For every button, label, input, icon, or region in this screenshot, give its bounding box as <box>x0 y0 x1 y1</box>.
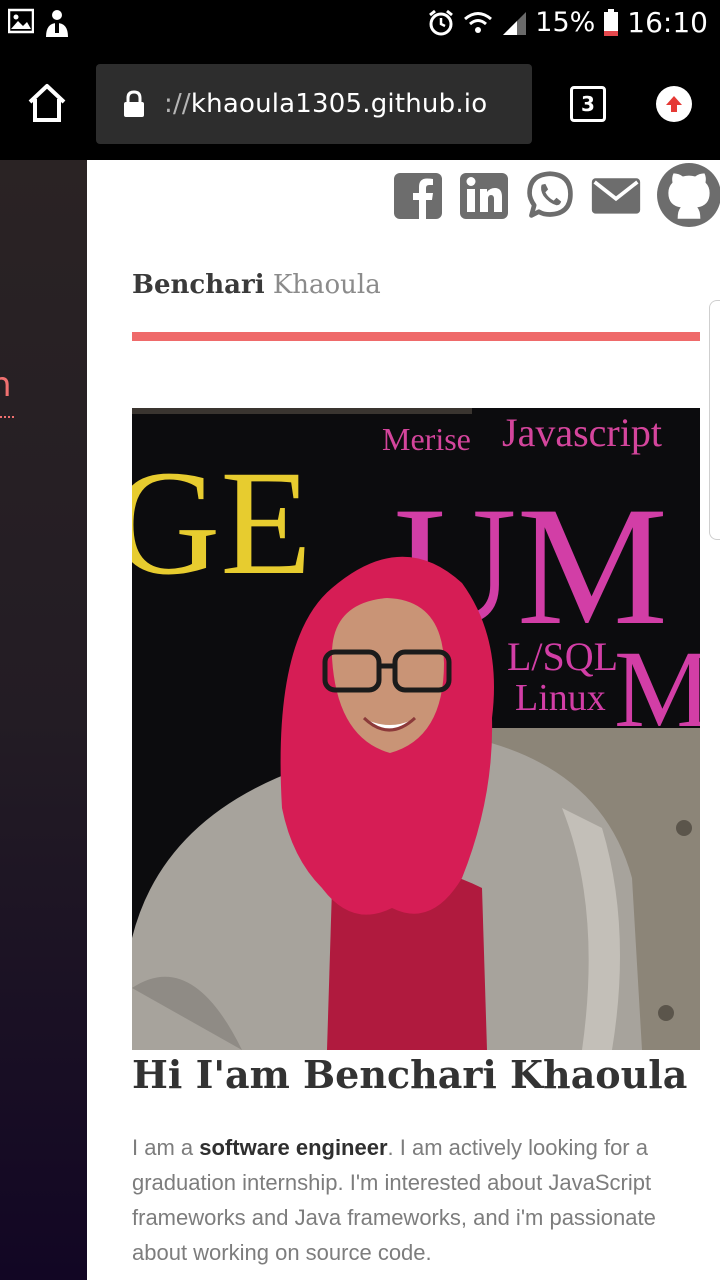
photo-text-linux: Linux <box>515 677 606 719</box>
photo-text-javascript: Javascript <box>502 410 662 455</box>
side-panel-text: n <box>0 365 12 405</box>
lock-icon <box>124 90 144 117</box>
side-panel-underline <box>0 416 14 418</box>
side-panel: n <box>0 160 87 1280</box>
battery-percentage: 15% <box>535 7 596 38</box>
site-brand[interactable]: Benchari Khaoula <box>132 270 381 300</box>
alarm-icon <box>429 9 454 35</box>
photo-text-ge: GE <box>132 440 312 606</box>
profile-photo: Merise Javascript GE UM L/SQL Linux M <box>132 408 700 1050</box>
bio-intro: I am a <box>132 1135 200 1160</box>
home-icon[interactable] <box>26 82 68 124</box>
scrollbar[interactable] <box>709 300 720 540</box>
url-host: khaoula1305.github.io <box>190 89 488 119</box>
photo-text-plsql: L/SQL <box>507 634 618 679</box>
brand-first-name: Benchari <box>132 270 265 300</box>
url-scheme: :// <box>164 89 191 119</box>
github-icon[interactable] <box>656 162 720 228</box>
arrow-up-icon <box>666 96 682 112</box>
facebook-icon[interactable] <box>392 169 444 221</box>
tab-switcher-button[interactable]: 3 <box>570 86 606 122</box>
battery-icon <box>604 8 619 36</box>
whatsapp-icon[interactable] <box>524 169 576 221</box>
bio-paragraph: I am a software engineer. I am actively … <box>132 1130 702 1270</box>
browser-toolbar: ://khaoula1305.github.io 3 <box>0 52 720 160</box>
signal-icon <box>503 11 527 35</box>
status-bar: 15% 16:10 <box>0 0 720 52</box>
user-notification-icon <box>46 10 68 37</box>
gallery-notification-icon <box>8 8 34 34</box>
social-links <box>392 162 720 228</box>
linkedin-icon[interactable] <box>458 169 510 221</box>
clock: 16:10 <box>627 6 708 39</box>
hero-title: Hi I'am Benchari Khaoula <box>132 1052 688 1097</box>
update-button[interactable] <box>656 86 692 122</box>
photo-text-merise: Merise <box>382 421 471 457</box>
brand-last-name: Khaoula <box>272 270 381 300</box>
address-bar[interactable]: ://khaoula1305.github.io <box>96 64 532 144</box>
bio-highlight: software engineer <box>199 1135 388 1160</box>
url-text: ://khaoula1305.github.io <box>164 89 487 119</box>
email-icon[interactable] <box>590 169 642 221</box>
wifi-icon <box>464 11 493 33</box>
web-page: n Benchari Khaoula Merise Javascript GE … <box>0 160 720 1280</box>
accent-divider <box>132 332 700 341</box>
